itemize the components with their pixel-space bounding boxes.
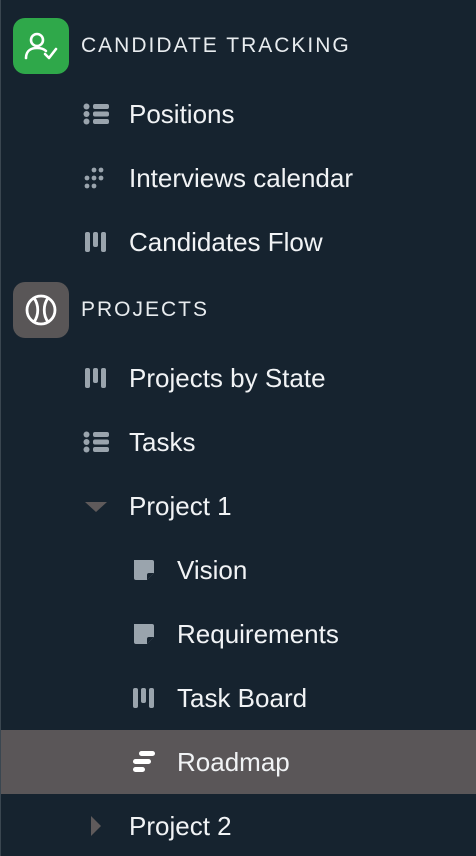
nav-item-requirements[interactable]: Requirements bbox=[1, 602, 476, 666]
nav-item-project-2[interactable]: Project 2 bbox=[1, 794, 476, 856]
calendar-dots-icon bbox=[83, 166, 109, 190]
nav-item-label: Requirements bbox=[177, 618, 339, 649]
kanban-icon bbox=[83, 366, 109, 390]
nav-item-label: Candidates Flow bbox=[129, 226, 323, 257]
list-icon bbox=[83, 430, 109, 454]
nav-item-label: Interviews calendar bbox=[129, 162, 353, 193]
nav-item-label: Project 2 bbox=[129, 810, 232, 841]
nav-item-roadmap[interactable]: Roadmap bbox=[1, 730, 476, 794]
triangle-down-icon[interactable] bbox=[83, 494, 109, 518]
nav-item-project-1[interactable]: Project 1 bbox=[1, 474, 476, 538]
ball-icon bbox=[13, 282, 69, 338]
page-icon bbox=[131, 622, 157, 646]
kanban-icon bbox=[131, 686, 157, 710]
nav-item-positions[interactable]: Positions bbox=[1, 82, 476, 146]
nav-item-vision[interactable]: Vision bbox=[1, 538, 476, 602]
nav-item-interviews-calendar[interactable]: Interviews calendar bbox=[1, 146, 476, 210]
nav-item-label: Task Board bbox=[177, 682, 308, 713]
section-header-candidate-tracking[interactable]: CANDIDATE TRACKING bbox=[1, 14, 476, 78]
triangle-right-icon[interactable] bbox=[83, 814, 109, 838]
section-header-projects[interactable]: PROJECTS bbox=[1, 278, 476, 342]
nav-item-label: Projects by State bbox=[129, 362, 326, 393]
sidebar-nav: CANDIDATE TRACKING Positions Interviews … bbox=[0, 0, 476, 856]
person-check-icon bbox=[13, 18, 69, 74]
section-title: PROJECTS bbox=[81, 298, 210, 321]
nav-item-label: Roadmap bbox=[177, 746, 290, 777]
kanban-icon bbox=[83, 230, 109, 254]
nav-item-label: Project 1 bbox=[129, 490, 232, 521]
nav-item-label: Tasks bbox=[129, 426, 196, 457]
nav-item-projects-by-state[interactable]: Projects by State bbox=[1, 346, 476, 410]
nav-item-task-board[interactable]: Task Board bbox=[1, 666, 476, 730]
nav-item-label: Vision bbox=[177, 554, 248, 585]
page-icon bbox=[131, 558, 157, 582]
roadmap-icon bbox=[131, 750, 157, 774]
list-icon bbox=[83, 102, 109, 126]
section-title: CANDIDATE TRACKING bbox=[81, 34, 351, 57]
nav-item-label: Positions bbox=[129, 98, 235, 129]
nav-item-tasks[interactable]: Tasks bbox=[1, 410, 476, 474]
nav-item-candidates-flow[interactable]: Candidates Flow bbox=[1, 210, 476, 274]
